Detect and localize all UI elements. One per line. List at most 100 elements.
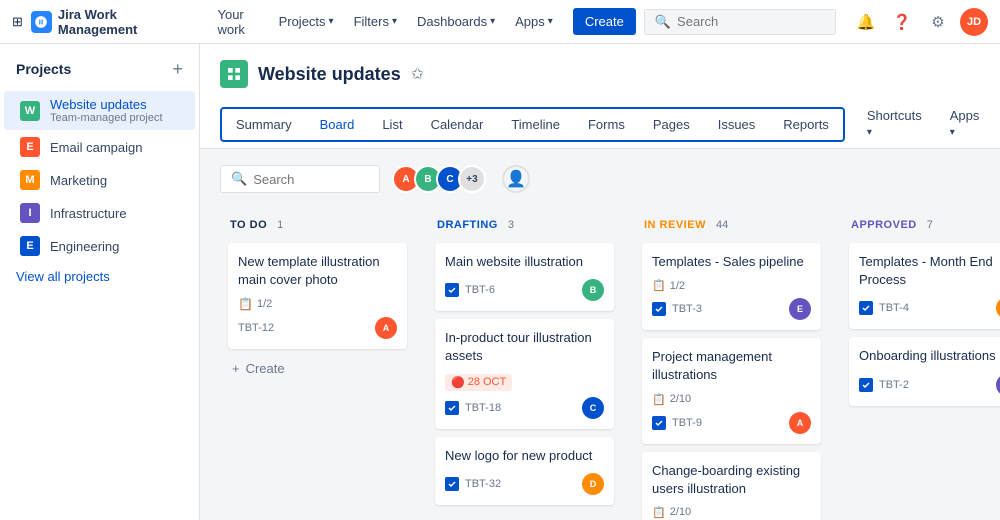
card-id-tbt-18: TBT-18 <box>465 402 501 414</box>
card-id-tbt-6: TBT-6 <box>465 284 495 296</box>
avatar-group: A B C +3 <box>392 165 486 193</box>
card-checkbox-tbt-9-pm <box>652 416 666 430</box>
search-input[interactable] <box>677 14 825 29</box>
tab-board[interactable]: Board <box>306 109 369 140</box>
card-tbt-2[interactable]: Onboarding illustrations TBT-2 E <box>849 337 1000 405</box>
board-search: 🔍 <box>220 165 380 193</box>
avatar-count[interactable]: +3 <box>458 165 486 193</box>
sidebar-item-label-marketing: Marketing <box>50 173 107 188</box>
nav-apps[interactable]: Apps▾ <box>507 10 561 33</box>
create-button[interactable]: Create <box>573 8 636 35</box>
sidebar-item-website-updates[interactable]: W Website updates Team-managed project <box>4 91 195 130</box>
search-icon: 🔍 <box>655 14 671 30</box>
column-count-drafting: 3 <box>508 219 514 231</box>
card-id-tbt-32: TBT-32 <box>465 478 501 490</box>
sidebar-item-label-website-updates: Website updates <box>50 97 163 112</box>
sidebar-item-label-email-campaign: Email campaign <box>50 140 143 155</box>
project-settings-tab[interactable]: Project settings <box>993 100 1000 148</box>
column-title-todo: TO DO <box>230 219 267 231</box>
card-title-tbt-9-pm: Project management illustrations <box>652 348 811 384</box>
card-title-tbt-9-change: Change-boarding existing users illustrat… <box>652 462 811 498</box>
card-id-tbt-2: TBT-2 <box>879 379 909 391</box>
card-id-tbt-9-pm: TBT-9 <box>672 417 702 429</box>
nav-projects[interactable]: Projects▾ <box>271 10 342 33</box>
column-title-in-review: IN REVIEW <box>644 219 706 231</box>
tab-timeline[interactable]: Timeline <box>497 109 574 140</box>
main-layout: Projects + W Website updates Team-manage… <box>0 44 1000 520</box>
sidebar-item-icon-email-campaign: E <box>20 137 40 157</box>
column-count-in-review: 44 <box>716 219 728 231</box>
card-checkbox-tbt-18 <box>445 401 459 415</box>
nav-items: Your work Projects▾ Filters▾ Dashboards▾… <box>209 3 560 41</box>
create-card-todo[interactable]: + Create <box>228 357 407 380</box>
card-checkbox-tbt-32 <box>445 477 459 491</box>
apps-tab[interactable]: Apps ▾ <box>936 100 994 148</box>
card-title-tbt-12: New template illustration main cover pho… <box>238 253 397 289</box>
card-avatar-tbt-4: D <box>996 297 1000 319</box>
shortcuts-tab[interactable]: Shortcuts ▾ <box>853 100 936 148</box>
column-approved: APPROVED 7 Templates - Month End Process… <box>841 209 1000 488</box>
card-avatar-tbt-18: C <box>582 397 604 419</box>
column-title-drafting: DRAFTING <box>437 219 498 231</box>
card-id-tbt-4: TBT-4 <box>879 302 909 314</box>
progress-icon: 📋 <box>652 279 666 292</box>
sidebar-item-engineering[interactable]: E Engineering <box>4 230 195 262</box>
logo-icon <box>31 11 52 33</box>
project-title-row: Website updates ✩ <box>220 60 980 88</box>
help-icon[interactable]: ❓ <box>888 8 916 36</box>
sidebar-item-marketing[interactable]: M Marketing <box>4 164 195 196</box>
sidebar-title: Projects <box>16 61 71 77</box>
sidebar-item-infrastructure[interactable]: I Infrastructure <box>4 197 195 229</box>
sidebar-item-label-infrastructure: Infrastructure <box>50 206 127 221</box>
add-project-button[interactable]: + <box>172 60 183 78</box>
app-title: Jira Work Management <box>58 7 194 37</box>
tab-reports[interactable]: Reports <box>769 109 843 140</box>
board-area: 🔍 A B C +3 👤 TO DO 1 <box>200 149 1000 520</box>
tab-pages[interactable]: Pages <box>639 109 704 140</box>
tab-forms[interactable]: Forms <box>574 109 639 140</box>
card-tbt-9-change[interactable]: Change-boarding existing users illustrat… <box>642 452 821 520</box>
sidebar: Projects + W Website updates Team-manage… <box>0 44 200 520</box>
settings-icon[interactable]: ⚙ <box>924 8 952 36</box>
card-tbt-32[interactable]: New logo for new product TBT-32 D <box>435 437 614 505</box>
project-icon <box>220 60 248 88</box>
card-tbt-3-sales[interactable]: Templates - Sales pipeline 📋 1/2 TBT-3 E <box>642 243 821 330</box>
logo-area: Jira Work Management <box>31 7 194 37</box>
card-tbt-12[interactable]: New template illustration main cover pho… <box>228 243 407 349</box>
tab-calendar[interactable]: Calendar <box>417 109 498 140</box>
card-checkbox-tbt-6 <box>445 283 459 297</box>
card-avatar-tbt-12: A <box>375 317 397 339</box>
sidebar-item-icon-marketing: M <box>20 170 40 190</box>
nav-dashboards[interactable]: Dashboards▾ <box>409 10 503 33</box>
tab-summary[interactable]: Summary <box>222 109 306 140</box>
column-count-approved: 7 <box>927 219 933 231</box>
card-title-tbt-2: Onboarding illustrations <box>859 347 1000 365</box>
project-header: Website updates ✩ Summary Board List Cal… <box>200 44 1000 149</box>
card-tbt-9-pm[interactable]: Project management illustrations 📋 2/10 … <box>642 338 821 443</box>
tab-issues[interactable]: Issues <box>704 109 770 140</box>
notifications-icon[interactable]: 🔔 <box>852 8 880 36</box>
grid-icon[interactable]: ⊞ <box>12 14 23 30</box>
sidebar-item-icon-infrastructure: I <box>20 203 40 223</box>
nav-your-work[interactable]: Your work <box>209 3 266 41</box>
sidebar-header: Projects + <box>0 60 199 90</box>
card-tbt-18[interactable]: In-product tour illustration assets 🔴 28… <box>435 319 614 428</box>
add-user-button[interactable]: 👤 <box>502 165 530 193</box>
card-title-tbt-4: Templates - Month End Process <box>859 253 1000 289</box>
content-area: Website updates ✩ Summary Board List Cal… <box>200 44 1000 520</box>
date-badge-tbt-18: 🔴 28 OCT <box>445 374 512 391</box>
view-all-projects[interactable]: View all projects <box>0 263 199 290</box>
card-tbt-6[interactable]: Main website illustration TBT-6 B <box>435 243 614 311</box>
user-avatar[interactable]: JD <box>960 8 988 36</box>
tab-list[interactable]: List <box>368 109 416 140</box>
column-drafting: DRAFTING 3 Main website illustration TBT… <box>427 209 622 488</box>
sidebar-item-email-campaign[interactable]: E Email campaign <box>4 131 195 163</box>
board-search-input[interactable] <box>253 172 369 187</box>
card-checkbox-tbt-2 <box>859 378 873 392</box>
card-title-tbt-32: New logo for new product <box>445 447 604 465</box>
star-icon[interactable]: ✩ <box>411 64 424 84</box>
board-toolbar: 🔍 A B C +3 👤 <box>220 165 980 193</box>
sidebar-item-icon-engineering: E <box>20 236 40 256</box>
nav-filters[interactable]: Filters▾ <box>346 10 405 33</box>
card-tbt-4[interactable]: Templates - Month End Process TBT-4 D <box>849 243 1000 329</box>
